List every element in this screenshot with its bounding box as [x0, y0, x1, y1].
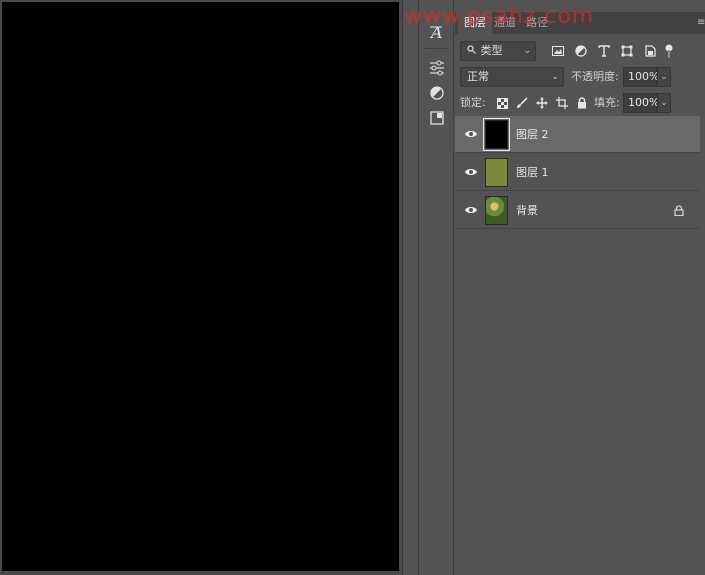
layer-name[interactable]: 背景 — [516, 192, 538, 229]
properties-icon[interactable] — [427, 108, 447, 128]
panel-menu-icon[interactable]: ≡ — [697, 17, 705, 29]
blend-mode-select[interactable]: 正常 ⌄ — [460, 67, 564, 87]
lock-transparent-icon[interactable] — [495, 96, 509, 110]
panel-toolstrip: A — [418, 0, 454, 575]
tab-layers[interactable]: 图层 — [458, 12, 492, 34]
fill-input[interactable]: 100% — [623, 93, 659, 113]
layer-lock-icon — [674, 205, 684, 216]
chevron-down-icon: ⌄ — [523, 46, 531, 56]
filter-toggle-icon[interactable] — [665, 44, 673, 58]
tab-channels[interactable]: 通道 — [488, 12, 522, 34]
document-canvas-area — [0, 0, 402, 575]
layer-name[interactable]: 图层 1 — [516, 154, 549, 191]
adjustments-icon[interactable] — [427, 58, 447, 78]
layer-thumbnail — [483, 118, 510, 151]
fill-label: 填充: — [594, 96, 620, 109]
filter-kind-select[interactable]: 类型 ⌄ — [460, 41, 536, 61]
toolstrip-divider — [425, 48, 449, 49]
chevron-down-icon: ⌄ — [551, 72, 559, 82]
text-tool-icon[interactable]: A — [427, 22, 447, 42]
layer-thumbnail — [485, 158, 508, 187]
layer-row-layer-2[interactable]: 图层 2 — [455, 116, 700, 153]
blend-row: 正常 ⌄ 不透明度: 100% ⌄ — [455, 67, 705, 93]
layer-row-background[interactable]: 背景 — [455, 192, 700, 229]
lock-all-icon[interactable] — [575, 96, 589, 110]
layer-name[interactable]: 图层 2 — [516, 116, 549, 153]
filter-row: 类型 ⌄ — [455, 41, 705, 67]
panel-gap — [402, 0, 418, 575]
type-filter-icon[interactable] — [596, 43, 612, 59]
opacity-slider-toggle[interactable]: ⌄ — [657, 67, 671, 87]
lock-brush-icon[interactable] — [515, 96, 529, 110]
visibility-eye-icon[interactable] — [464, 128, 478, 140]
image-filter-icon[interactable] — [550, 43, 566, 59]
lock-position-icon[interactable] — [535, 96, 549, 110]
blend-mode-value: 正常 — [467, 70, 489, 83]
smart-object-filter-icon[interactable] — [642, 43, 658, 59]
search-icon — [467, 42, 477, 60]
lock-icons — [495, 93, 595, 113]
fill-slider-toggle[interactable]: ⌄ — [657, 93, 671, 113]
filter-kind-label: 类型 — [480, 44, 503, 57]
adjustment-filter-icon[interactable] — [573, 43, 589, 59]
layer-row-layer-1[interactable]: 图层 1 — [455, 154, 700, 191]
opacity-input[interactable]: 100% — [623, 67, 659, 87]
layers-panel: 图层 通道 路径 ≡ 类型 ⌄ 正常 ⌄ 不透明度: 100% ⌄ 锁定: 填充… — [455, 0, 705, 575]
layer-thumbnail — [485, 196, 508, 225]
filter-icons — [550, 41, 665, 61]
panel-tabs: 图层 通道 路径 ≡ — [455, 12, 705, 34]
document-canvas[interactable] — [2, 2, 399, 571]
svg-text:A: A — [429, 23, 443, 41]
color-circle-icon[interactable] — [427, 83, 447, 103]
opacity-label: 不透明度: — [571, 70, 619, 83]
visibility-eye-icon[interactable] — [464, 166, 478, 178]
lock-artboard-icon[interactable] — [555, 96, 569, 110]
tab-paths[interactable]: 路径 — [520, 12, 554, 34]
shape-filter-icon[interactable] — [619, 43, 635, 59]
lock-label: 锁定: — [460, 96, 486, 109]
visibility-eye-icon[interactable] — [464, 204, 478, 216]
